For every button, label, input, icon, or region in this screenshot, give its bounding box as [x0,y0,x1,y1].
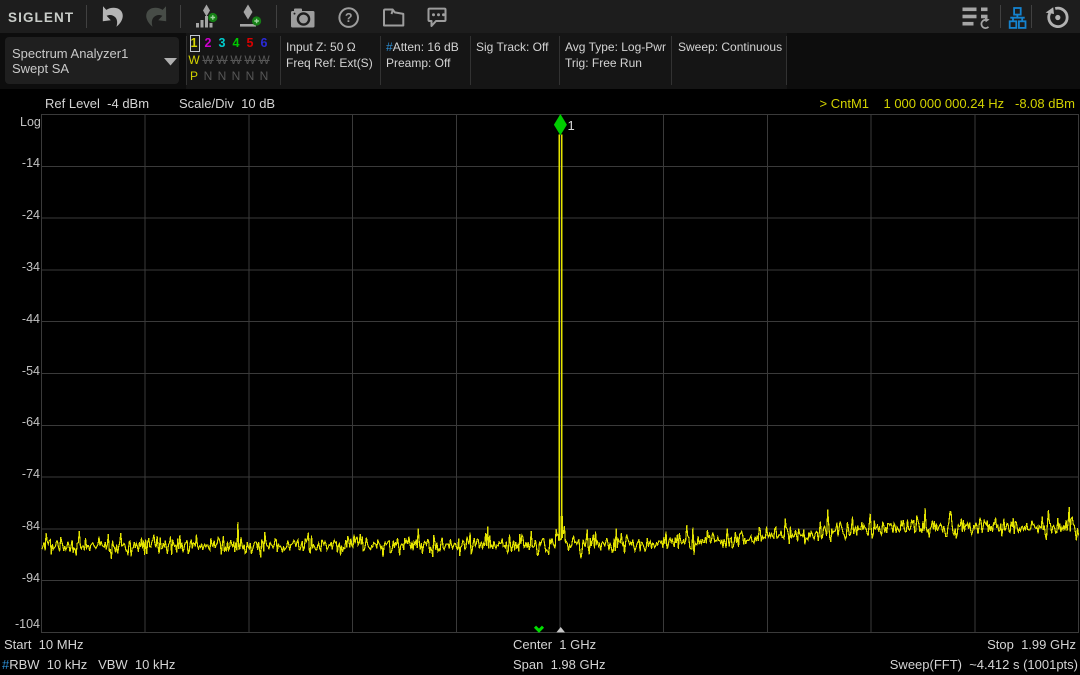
svg-text:1: 1 [568,118,575,133]
